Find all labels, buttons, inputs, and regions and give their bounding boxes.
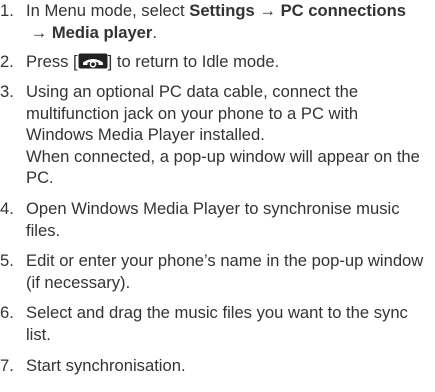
step-3: 3. Using an optional PC data cable, conn… [0,81,435,189]
arrow-separator: → [254,1,281,20]
step-text: Select and drag the music files you want… [26,303,408,344]
menu-media-player: Media player [51,22,153,42]
step-text: Start synchronisation. [26,356,186,375]
step-note: When connected, a pop-up window will app… [26,146,420,188]
step-7: 7. Start synchronisation. [0,355,435,377]
step-text: Edit or enter your phone’s name in the p… [26,251,424,292]
step-6: 6. Select and drag the music files you w… [0,302,435,345]
step-number: 7. [0,356,14,375]
end-call-key-icon [78,53,108,75]
step-number: 1. [0,1,14,20]
step-number: 3. [0,82,14,101]
step-2: 2. Press [ ] to return to Idle mode. [0,51,435,75]
menu-settings: Settings [189,1,255,20]
step-text: . [152,22,157,42]
menu-pc-connections: PC connections [280,1,406,20]
step-text: Using an optional PC data cable, connect… [26,82,359,144]
step-number: 2. [0,52,14,71]
step-number: 4. [0,199,14,218]
step-number: 5. [0,251,14,270]
step-text: In Menu mode, select [26,1,190,20]
step-text: ] to return to Idle mode. [107,52,280,71]
arrow-separator: → [26,22,52,42]
step-text: Open Windows Media Player to synchronise… [26,199,400,240]
step-1: 1. In Menu mode, select Settings → PC co… [0,0,435,43]
step-4: 4. Open Windows Media Player to synchron… [0,198,435,241]
step-text: Press [ [26,52,78,71]
step-5: 5. Edit or enter your phone’s name in th… [0,250,435,293]
step-number: 6. [0,303,14,322]
